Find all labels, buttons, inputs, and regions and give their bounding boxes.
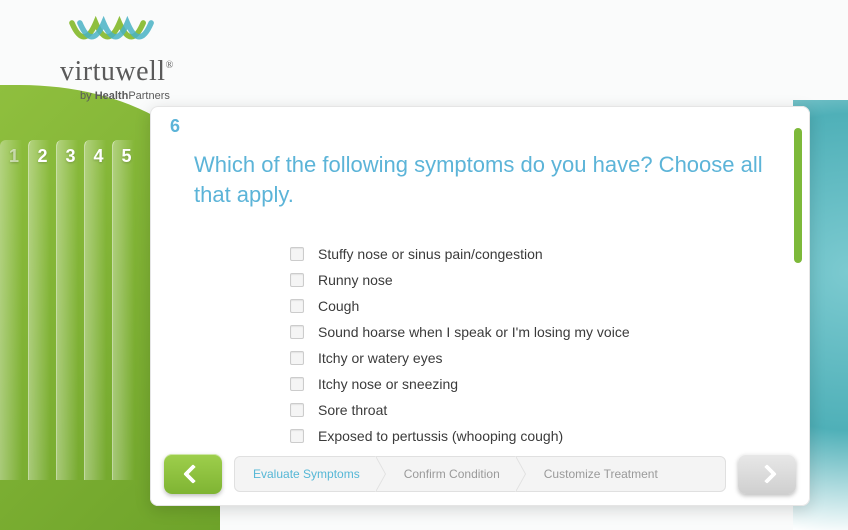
chevron-left-icon <box>183 464 203 484</box>
breadcrumb-step[interactable]: Confirm Condition <box>386 457 516 491</box>
step-peek-4[interactable]: 4 <box>84 140 112 480</box>
breadcrumb-separator-icon <box>516 456 526 492</box>
step-peek-5[interactable]: 5 <box>112 140 140 480</box>
scrollbar-thumb[interactable] <box>794 128 802 263</box>
option-label: Sound hoarse when I speak or I'm losing … <box>318 324 630 340</box>
option-row[interactable]: Exposed to pertussis (whooping cough) <box>290 423 780 449</box>
checkbox[interactable] <box>290 273 304 287</box>
brand-wordmark: virtuwell® <box>60 56 174 88</box>
question-text: Which of the following symptoms do you h… <box>194 150 770 209</box>
option-label: Sore throat <box>318 402 387 418</box>
step-number: 6 <box>170 116 180 137</box>
breadcrumb-step[interactable]: Customize Treatment <box>526 457 674 491</box>
brand-mark-icon <box>68 15 163 53</box>
option-row[interactable]: Itchy or watery eyes <box>290 345 780 371</box>
step-peek-2[interactable]: 2 <box>28 140 56 480</box>
breadcrumb-step[interactable]: Evaluate Symptoms <box>235 457 376 491</box>
step-peek-3[interactable]: 3 <box>56 140 84 480</box>
brand-logo: virtuwell® by HealthPartners <box>60 15 174 102</box>
option-row[interactable]: Stuffy nose or sinus pain/congestion <box>290 241 780 267</box>
checkbox[interactable] <box>290 403 304 417</box>
checkbox[interactable] <box>290 351 304 365</box>
breadcrumb-separator-icon <box>376 456 386 492</box>
chevron-right-icon <box>757 464 777 484</box>
checkbox[interactable] <box>290 299 304 313</box>
checkbox[interactable] <box>290 429 304 443</box>
progress-breadcrumb: Evaluate Symptoms Confirm Condition Custom… <box>234 456 726 492</box>
next-button[interactable] <box>738 454 796 494</box>
previous-steps-stack: 12345 <box>0 140 140 480</box>
option-label: Itchy or watery eyes <box>318 350 443 366</box>
option-label: Cough <box>318 298 359 314</box>
option-row[interactable]: Sore throat <box>290 397 780 423</box>
option-row[interactable]: Runny nose <box>290 267 780 293</box>
option-row[interactable]: Itchy nose or sneezing <box>290 371 780 397</box>
checkbox[interactable] <box>290 325 304 339</box>
prev-button[interactable] <box>164 454 222 494</box>
card-nav: Evaluate Symptoms Confirm Condition Custom… <box>150 452 810 496</box>
checkbox[interactable] <box>290 377 304 391</box>
option-label: Runny nose <box>318 272 393 288</box>
option-label: Stuffy nose or sinus pain/congestion <box>318 246 543 262</box>
brand-byline: by HealthPartners <box>80 90 174 102</box>
options-list: Stuffy nose or sinus pain/congestion Runn… <box>290 241 780 449</box>
option-label: Exposed to pertussis (whooping cough) <box>318 428 563 444</box>
checkbox[interactable] <box>290 247 304 261</box>
step-peek-1[interactable]: 1 <box>0 140 28 480</box>
question-card: 6 Which of the following symptoms do you… <box>150 106 810 506</box>
option-label: Itchy nose or sneezing <box>318 376 458 392</box>
option-row[interactable]: Sound hoarse when I speak or I'm losing … <box>290 319 780 345</box>
option-row[interactable]: Cough <box>290 293 780 319</box>
